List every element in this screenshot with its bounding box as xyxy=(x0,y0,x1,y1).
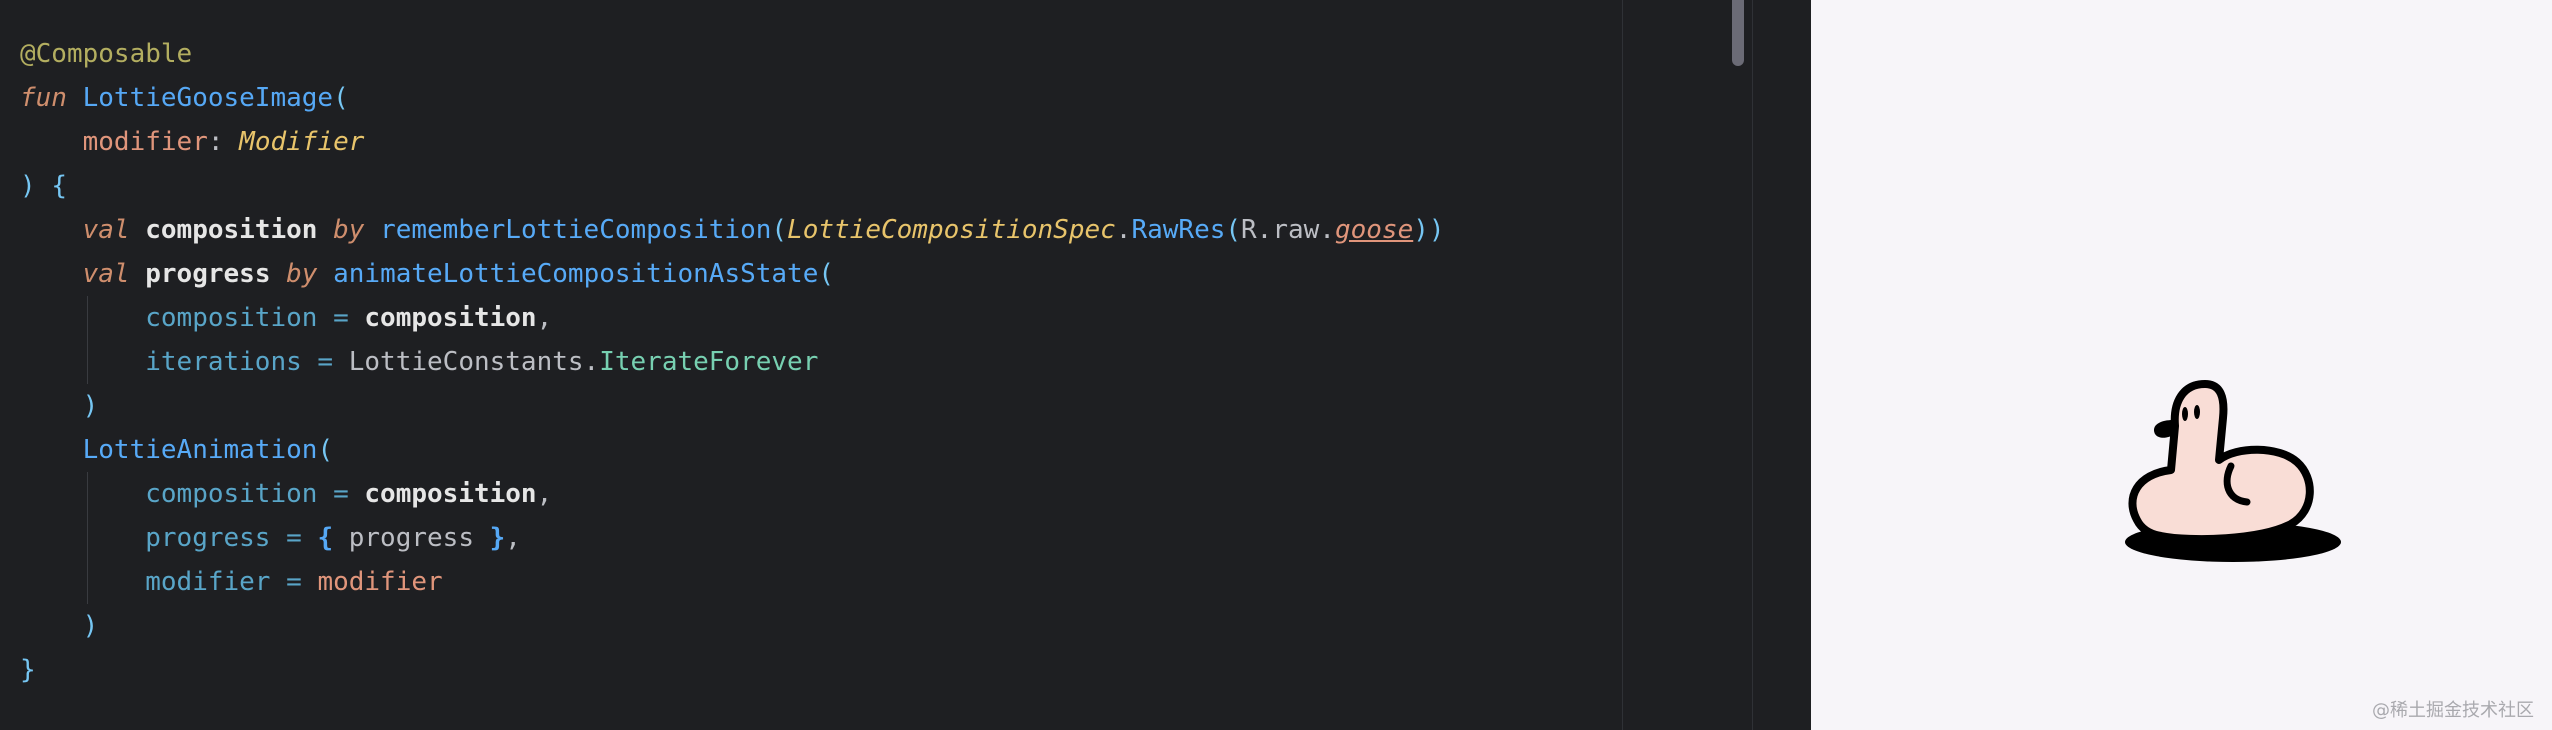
code-line[interactable]: iterations = LottieConstants.IterateFore… xyxy=(20,340,1445,384)
code-token: . xyxy=(1115,215,1132,245)
code-token: : xyxy=(207,127,240,157)
code-token: ( xyxy=(333,83,349,113)
code-token: fun xyxy=(20,83,67,113)
code-line[interactable]: modifier = modifier xyxy=(20,560,1445,604)
code-line[interactable]: LottieAnimation( xyxy=(20,428,1445,472)
code-token: iterations xyxy=(145,347,302,377)
code-line[interactable]: composition = composition, xyxy=(20,472,1445,516)
code-token: composition xyxy=(364,479,537,509)
code-token: goose xyxy=(1334,215,1414,245)
code-token: , xyxy=(505,523,521,553)
code-token: modifier xyxy=(317,567,443,597)
scrollbar-thumb[interactable] xyxy=(1732,0,1744,66)
code-token: { xyxy=(51,171,67,201)
code-token: , xyxy=(536,303,553,333)
indent-guide xyxy=(86,340,88,384)
code-token: @Composable xyxy=(20,39,193,69)
code-token: IterateForever xyxy=(599,347,819,377)
code-token: LottieAnimation xyxy=(82,435,318,465)
code-area[interactable]: @Composable fun LottieGooseImage( modifie… xyxy=(20,32,1445,692)
code-token: LottieConstants. xyxy=(348,347,600,377)
code-line[interactable]: } xyxy=(20,648,1445,692)
indent-guide xyxy=(86,560,88,604)
code-token: = xyxy=(301,347,349,377)
code-token: modifier xyxy=(82,127,208,157)
code-token: ( xyxy=(1225,215,1242,245)
code-token: ) xyxy=(20,171,36,201)
code-line[interactable]: progress = { progress }, xyxy=(20,516,1445,560)
indent-guide xyxy=(86,296,88,340)
code-token: )) xyxy=(1413,215,1445,245)
ide-window: @Composable fun LottieGooseImage( modifie… xyxy=(0,0,2552,730)
code-token: , xyxy=(536,479,553,509)
code-token: progress xyxy=(145,523,271,553)
right-margin-guide xyxy=(1622,0,1623,730)
watermark-text: @稀土掘金技术社区 xyxy=(2372,700,2534,721)
code-token: RawRes xyxy=(1131,215,1226,245)
code-token: ) xyxy=(82,391,99,421)
code-line[interactable]: @Composable xyxy=(20,32,1445,76)
code-editor[interactable]: @Composable fun LottieGooseImage( modifie… xyxy=(0,0,1811,730)
code-token: composition xyxy=(145,303,318,333)
code-token: ( xyxy=(771,215,788,245)
indent-guide xyxy=(86,516,88,560)
code-token: val xyxy=(82,259,130,289)
indent-guide xyxy=(86,472,88,516)
code-token: composition xyxy=(145,215,318,245)
code-token: progress xyxy=(145,259,271,289)
code-token: ( xyxy=(317,435,334,465)
code-line[interactable]: val composition by rememberLottieComposi… xyxy=(20,208,1445,252)
code-token: = xyxy=(270,523,318,553)
code-token: modifier xyxy=(145,567,271,597)
code-token: ( xyxy=(818,259,835,289)
goose-animation-image xyxy=(2125,380,2341,562)
code-token: { xyxy=(317,523,334,553)
code-token: LottieGooseImage xyxy=(82,83,334,113)
code-token: by xyxy=(333,215,365,245)
code-token: progress xyxy=(333,523,490,553)
code-token: = xyxy=(317,479,365,509)
code-token: val xyxy=(82,215,130,245)
code-token: rememberLottieComposition xyxy=(380,215,772,245)
code-line[interactable]: fun LottieGooseImage( xyxy=(20,76,1445,120)
editor-gutter-divider xyxy=(1752,0,1753,730)
code-token: R.raw. xyxy=(1241,215,1335,245)
code-line[interactable]: ) xyxy=(20,384,1445,428)
code-line[interactable]: modifier: Modifier xyxy=(20,120,1445,164)
vertical-scrollbar[interactable] xyxy=(1728,0,1748,730)
code-token: } xyxy=(20,655,36,685)
code-line[interactable]: ) { xyxy=(20,164,1445,208)
code-token: by xyxy=(286,259,318,289)
code-line[interactable]: val progress by animateLottieComposition… xyxy=(20,252,1445,296)
code-line[interactable]: composition = composition, xyxy=(20,296,1445,340)
code-token: composition xyxy=(145,479,318,509)
code-token: = xyxy=(317,303,365,333)
code-token: composition xyxy=(364,303,537,333)
compose-preview-panel: @稀土掘金技术社区 xyxy=(1811,0,2552,730)
code-line[interactable]: ) xyxy=(20,604,1445,648)
code-token: LottieCompositionSpec xyxy=(787,215,1116,245)
code-token: ) xyxy=(82,611,99,641)
code-token: Modifier xyxy=(239,127,365,157)
code-token: = xyxy=(270,567,318,597)
code-token: } xyxy=(489,523,506,553)
code-token: animateLottieCompositionAsState xyxy=(333,259,819,289)
